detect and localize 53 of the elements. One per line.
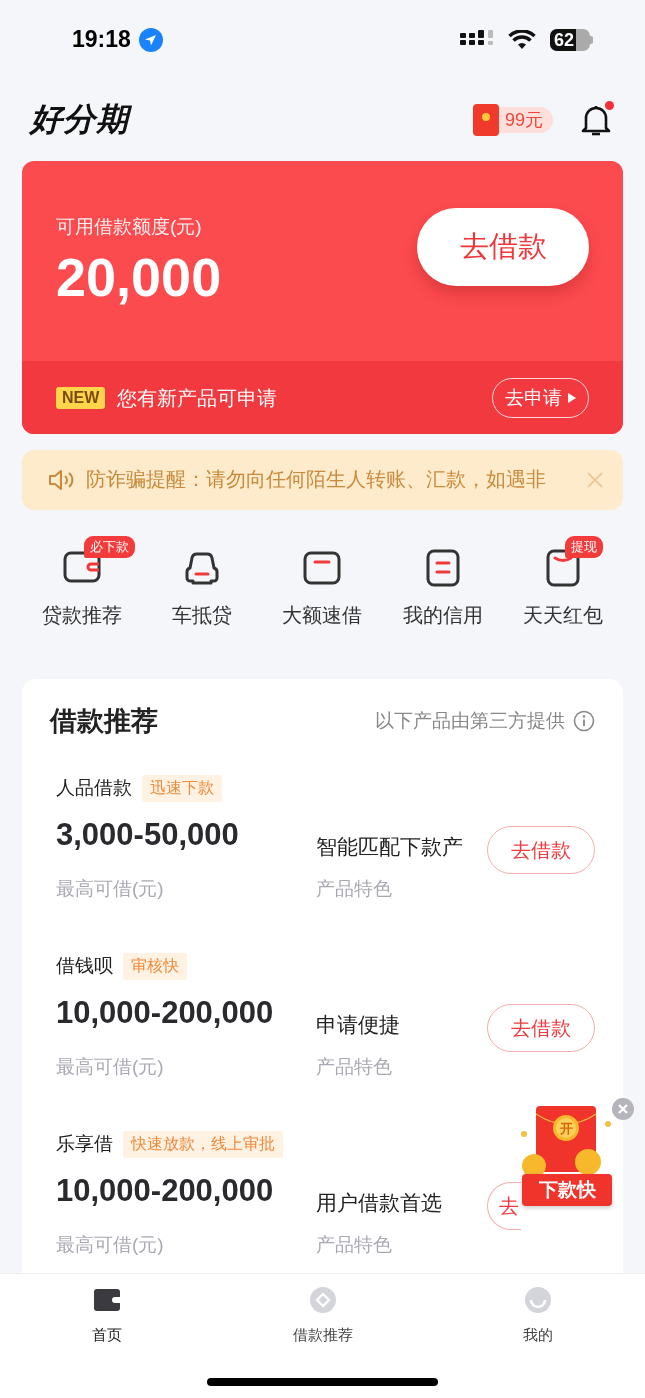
loan-tag: 迅速下款	[142, 774, 222, 802]
close-icon[interactable]	[612, 1098, 634, 1120]
info-icon[interactable]	[573, 710, 595, 732]
loan-range: 3,000-50,000	[56, 816, 240, 854]
borrow-button[interactable]: 去	[487, 1182, 521, 1230]
caret-icon	[568, 393, 576, 404]
shortcut-item[interactable]: 提现 天天红包	[502, 537, 623, 638]
notification-icon[interactable]	[581, 104, 611, 137]
loan-tag: 快速放款，线上审批	[123, 1130, 283, 1158]
third-party-note: 以下产品由第三方提供	[375, 709, 565, 733]
section-title: 借款推荐	[50, 705, 158, 738]
loan-feature: 申请便捷	[316, 1011, 401, 1038]
tab-item[interactable]: 借款推荐	[267, 1286, 378, 1345]
feature-label: 产品特色	[316, 1055, 393, 1079]
feature-label: 产品特色	[316, 1233, 393, 1257]
tab-item[interactable]: 我的	[483, 1286, 593, 1345]
tab-item[interactable]: 首页	[52, 1286, 162, 1345]
envelope-icon	[472, 104, 499, 137]
loan-range: 10,000-200,000	[56, 1172, 275, 1210]
new-badge: NEW	[56, 387, 106, 410]
borrow-button[interactable]: 去借款	[487, 826, 595, 874]
shortcut-item[interactable]: 必下款 贷款推荐	[22, 537, 143, 638]
loan-feature: 用户借款首选	[316, 1189, 443, 1216]
status-time: 19:18	[72, 26, 131, 54]
fraud-warning-text: 防诈骗提醒：请勿向任何陌生人转账、汇款，如遇非	[86, 467, 547, 493]
loan-tag: 审核快	[123, 952, 187, 980]
range-label: 最高可借(元)	[56, 1233, 165, 1257]
loan-name: 人品借款	[56, 776, 132, 800]
loan-feature: 智能匹配下款产	[316, 833, 464, 860]
coin-icon	[308, 1286, 337, 1314]
borrow-button[interactable]: 去借款	[417, 208, 589, 287]
shortcut-item[interactable]: 我的信用	[382, 537, 503, 638]
battery-icon: 62	[550, 28, 593, 51]
credit-amount: 20,000	[56, 246, 222, 309]
location-icon	[138, 27, 163, 52]
smile-icon	[524, 1286, 552, 1314]
loan-range: 10,000-200,000	[56, 994, 275, 1032]
range-label: 最高可借(元)	[56, 877, 165, 901]
credit-label: 可用借款额度(元)	[56, 215, 203, 240]
feature-label: 产品特色	[316, 877, 393, 901]
wallet-icon	[93, 1286, 121, 1314]
promo-label[interactable]: 下款快	[522, 1174, 612, 1206]
wifi-icon	[508, 29, 536, 50]
shortcut-item[interactable]: 大额速借	[262, 537, 383, 638]
shortcut-badge: 提现	[564, 535, 603, 558]
loan-name: 借钱呗	[56, 954, 113, 978]
new-product-text: 您有新产品可申请	[117, 385, 279, 411]
speaker-icon	[48, 467, 76, 492]
shortcut-item[interactable]: 车抵贷	[142, 537, 263, 638]
borrow-button[interactable]: 去借款	[487, 1004, 595, 1052]
loan-name: 乐享借	[56, 1132, 113, 1156]
shortcut-badge: 必下款	[84, 535, 136, 558]
range-label: 最高可借(元)	[56, 1055, 165, 1079]
